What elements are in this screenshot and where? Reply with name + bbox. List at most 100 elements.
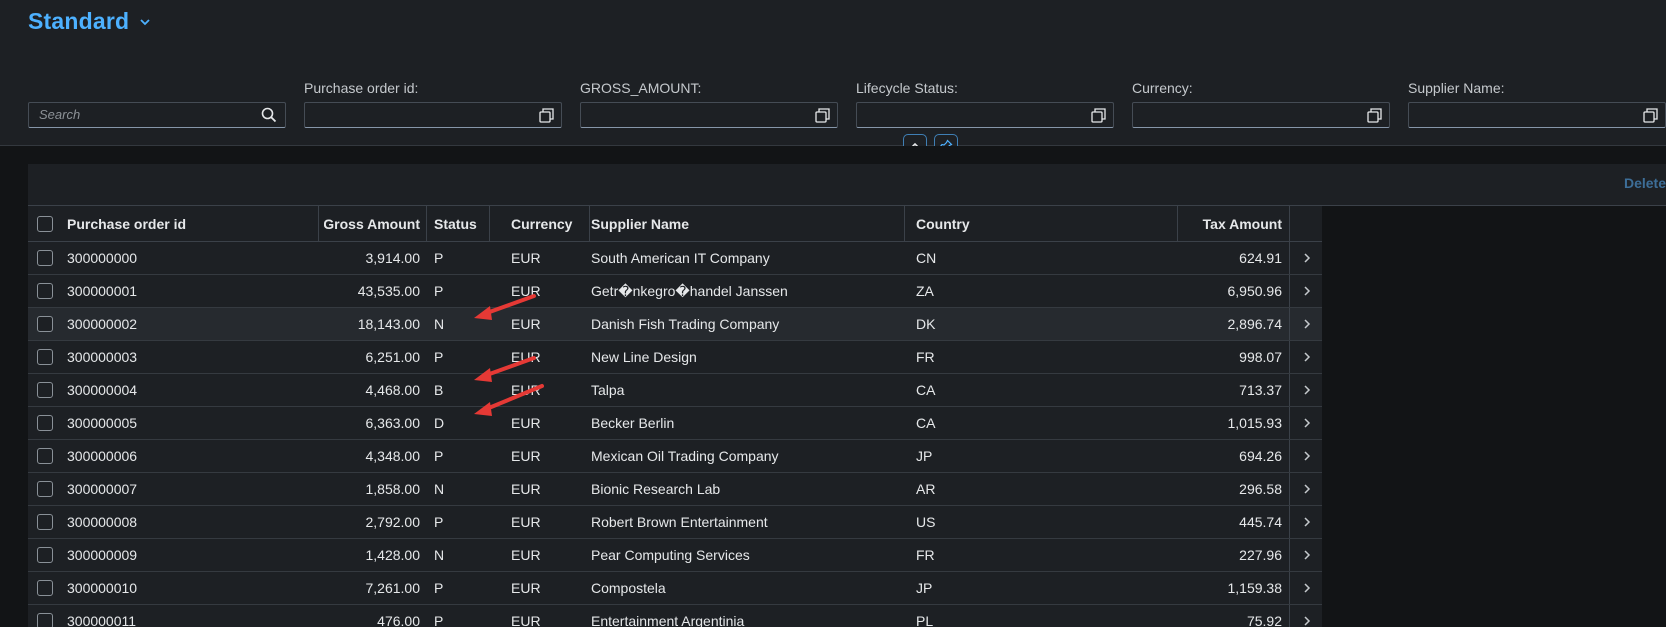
table-row[interactable]: 300000010 7,261.00 P EUR Compostela JP 1,159.3…	[28, 572, 1322, 605]
row-checkbox[interactable]	[37, 514, 53, 530]
row-select-cell	[37, 308, 53, 340]
filter-label: Currency:	[1132, 80, 1193, 96]
column-divider	[589, 206, 590, 241]
gross-amount-cell: 7,261.00	[365, 580, 421, 596]
gross-amount-cell: 18,143.00	[357, 316, 420, 332]
purchase-order-id-input[interactable]	[304, 102, 562, 128]
purchase-order-id-cell: 300000007	[67, 481, 138, 497]
currency-input[interactable]	[1132, 102, 1390, 128]
lifecycle-status-input[interactable]	[856, 102, 1114, 128]
supplier-name-cell: Danish Fish Trading Company	[591, 316, 780, 332]
table-row[interactable]: 300000011 476.00 P EUR Entertainment Argenti…	[28, 605, 1322, 627]
search-input[interactable]: Search	[28, 102, 286, 128]
tax-amount-cell: 296.58	[1239, 481, 1282, 497]
table-row[interactable]: 300000003 6,251.00 P EUR New Line Design FR 99…	[28, 341, 1322, 374]
tax-amount-cell: 1,159.38	[1227, 580, 1283, 596]
filter-label: Supplier Name:	[1408, 80, 1505, 96]
currency-cell: EUR	[511, 283, 541, 299]
supplier-name-input[interactable]	[1408, 102, 1666, 128]
chevron-right-icon[interactable]	[1302, 582, 1312, 594]
chevron-right-icon[interactable]	[1302, 615, 1312, 627]
row-checkbox[interactable]	[37, 547, 53, 563]
table-row[interactable]: 300000001 43,535.00 P EUR Getr�nkegro�handel…	[28, 275, 1322, 308]
value-help-icon[interactable]	[815, 108, 830, 123]
column-header-gross-amount[interactable]: Gross Amount	[324, 206, 420, 241]
column-divider	[1289, 506, 1290, 538]
chevron-right-icon[interactable]	[1302, 252, 1312, 264]
country-cell: JP	[916, 448, 933, 464]
search-icon[interactable]	[261, 107, 277, 123]
chevron-right-icon[interactable]	[1302, 549, 1312, 561]
purchase-order-id-cell: 300000005	[67, 415, 138, 431]
column-divider	[318, 206, 319, 241]
column-divider	[426, 206, 427, 241]
gross-amount-cell: 6,363.00	[365, 415, 421, 431]
row-checkbox[interactable]	[37, 448, 53, 464]
status-cell: N	[434, 481, 445, 497]
status-cell: P	[434, 250, 444, 266]
table-row[interactable]: 300000007 1,858.00 N EUR Bionic Research Lab…	[28, 473, 1322, 506]
row-checkbox[interactable]	[37, 613, 53, 627]
delete-button[interactable]: Delete	[1624, 175, 1666, 191]
column-header-purchase-order-id[interactable]: Purchase order id	[67, 206, 307, 241]
status-cell: N	[434, 547, 445, 563]
gross-amount-cell: 2,792.00	[365, 514, 421, 530]
value-help-icon[interactable]	[1643, 108, 1658, 123]
content-area: Delete Purchase order id Gross Amount St…	[0, 146, 1666, 627]
row-checkbox[interactable]	[37, 415, 53, 431]
row-checkbox[interactable]	[37, 349, 53, 365]
chevron-right-icon[interactable]	[1302, 351, 1312, 363]
gross-amount-cell: 1,858.00	[365, 481, 421, 497]
chevron-right-icon[interactable]	[1302, 450, 1312, 462]
filter-gross-amount: GROSS_AMOUNT:	[580, 78, 838, 128]
tax-amount-cell: 6,950.96	[1227, 283, 1283, 299]
table-row[interactable]: 300000005 6,363.00 D EUR Becker Berlin CA 1,01…	[28, 407, 1322, 440]
search-placeholder: Search	[39, 107, 81, 122]
column-header-currency[interactable]: Currency	[511, 206, 581, 241]
table-row[interactable]: 300000008 2,792.00 P EUR Robert Brown Entert…	[28, 506, 1322, 539]
row-checkbox[interactable]	[37, 283, 53, 299]
country-cell: ZA	[916, 283, 934, 299]
row-checkbox[interactable]	[37, 481, 53, 497]
chevron-right-icon[interactable]	[1302, 318, 1312, 330]
supplier-name-cell: Becker Berlin	[591, 415, 675, 431]
column-header-supplier-name[interactable]: Supplier Name	[591, 206, 891, 241]
supplier-name-cell: Pear Computing Services	[591, 547, 750, 563]
value-help-icon[interactable]	[1367, 108, 1382, 123]
row-checkbox[interactable]	[37, 316, 53, 332]
table-row[interactable]: 300000000 3,914.00 P EUR South American IT C…	[28, 242, 1322, 275]
table-row[interactable]: 300000009 1,428.00 N EUR Pear Computing Serv…	[28, 539, 1322, 572]
gross-amount-input[interactable]	[580, 102, 838, 128]
column-header-country[interactable]: Country	[916, 206, 1156, 241]
row-checkbox[interactable]	[37, 382, 53, 398]
chevron-right-icon[interactable]	[1302, 285, 1312, 297]
table-row[interactable]: 300000002 18,143.00 N EUR Danish Fish Tradin…	[28, 308, 1322, 341]
status-cell: N	[434, 316, 445, 332]
column-divider	[1289, 572, 1290, 604]
row-checkbox[interactable]	[37, 580, 53, 596]
variant-selector[interactable]: Standard	[28, 8, 153, 35]
value-help-icon[interactable]	[1091, 108, 1106, 123]
purchase-orders-table: Purchase order id Gross Amount Status Cu…	[28, 206, 1322, 627]
country-cell: DK	[916, 316, 936, 332]
status-cell: P	[434, 448, 444, 464]
supplier-name-cell: Talpa	[591, 382, 625, 398]
filter-bar: Search Purchase order id: GROSS_AMOUNT:	[28, 78, 1666, 128]
select-all-checkbox[interactable]	[37, 215, 53, 232]
purchase-order-id-cell: 300000006	[67, 448, 138, 464]
variant-title: Standard	[28, 8, 130, 34]
purchase-order-id-cell: 300000009	[67, 547, 138, 563]
value-help-icon[interactable]	[539, 108, 554, 123]
column-header-status[interactable]: Status	[434, 206, 484, 241]
row-checkbox[interactable]	[37, 250, 53, 266]
table-row[interactable]: 300000004 4,468.00 B EUR Talpa CA 713.37	[28, 374, 1322, 407]
table-row[interactable]: 300000006 4,348.00 P EUR Mexican Oil Trading…	[28, 440, 1322, 473]
currency-cell: EUR	[511, 448, 541, 464]
chevron-right-icon[interactable]	[1302, 384, 1312, 396]
chevron-right-icon[interactable]	[1302, 483, 1312, 495]
chevron-right-icon[interactable]	[1302, 417, 1312, 429]
column-header-tax-amount[interactable]: Tax Amount	[1184, 206, 1282, 241]
chevron-right-icon[interactable]	[1302, 516, 1312, 528]
supplier-name-cell: South American IT Company	[591, 250, 770, 266]
column-divider	[1289, 440, 1290, 472]
